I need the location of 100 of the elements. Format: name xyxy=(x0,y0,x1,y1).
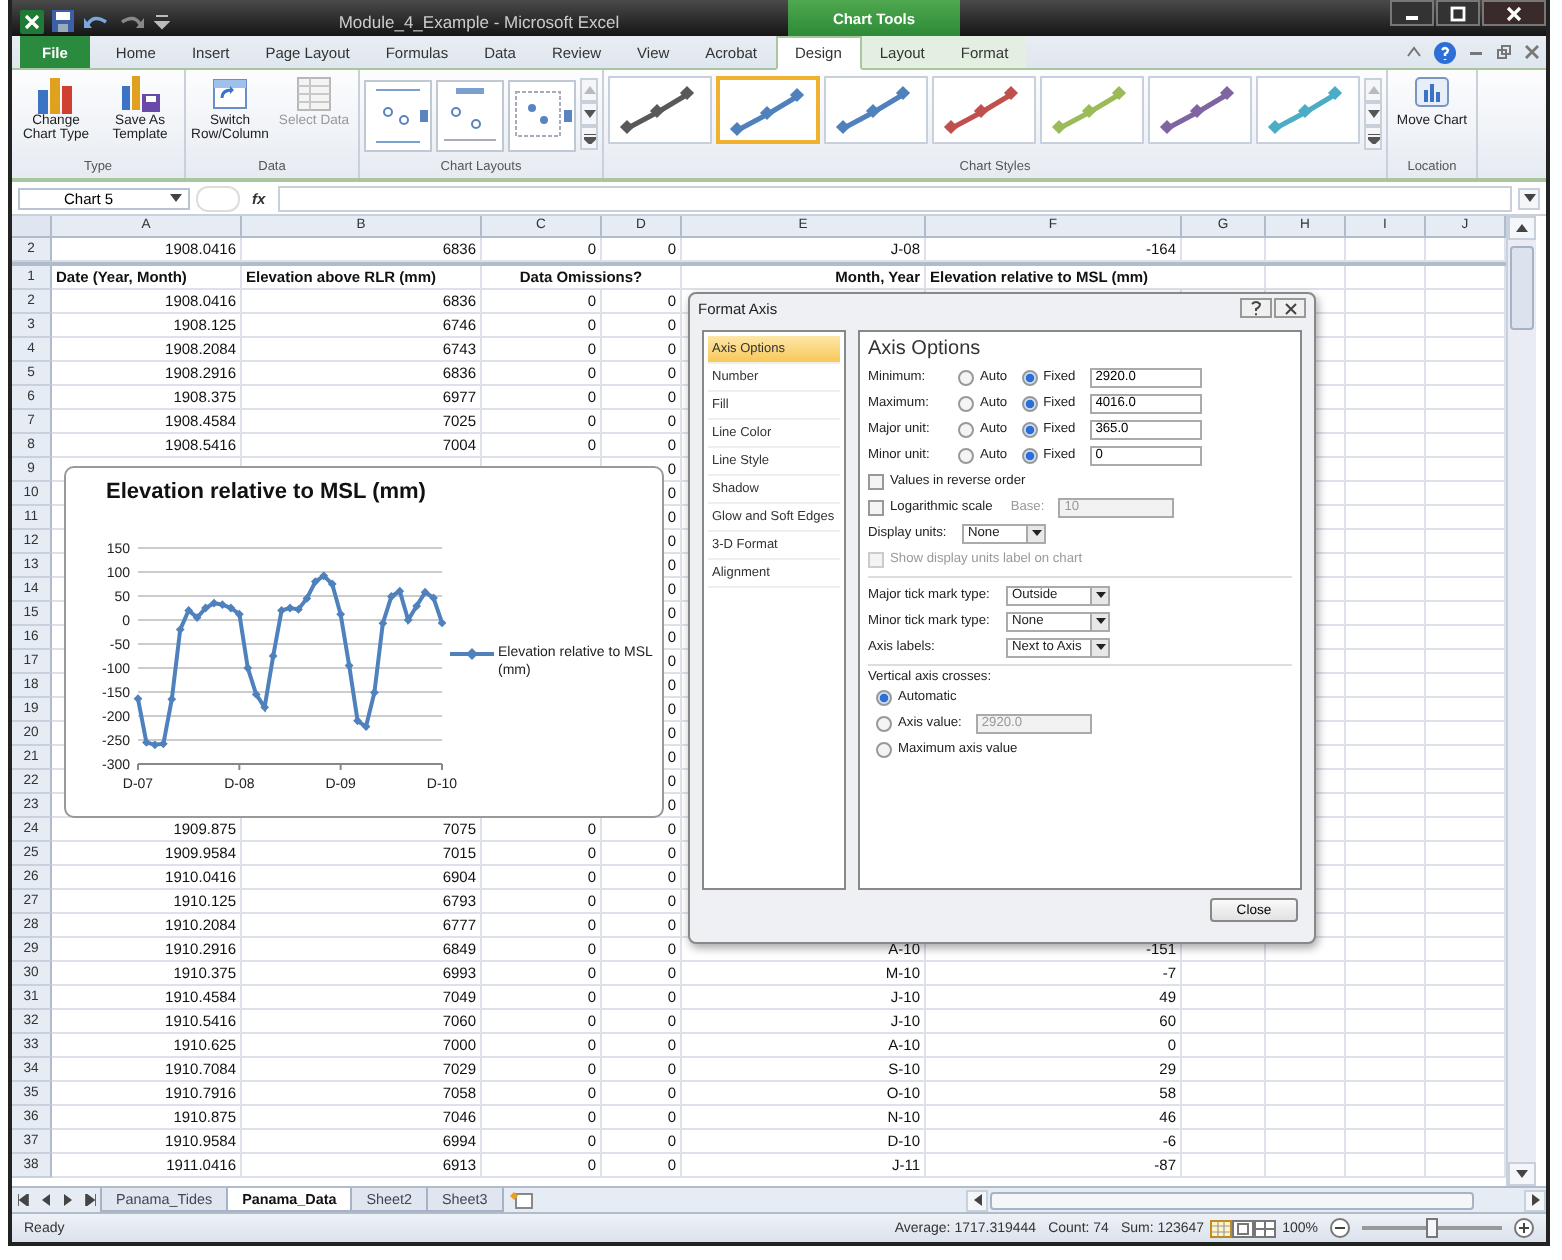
scroll-up-button[interactable] xyxy=(1508,216,1536,240)
caret-down-icon xyxy=(1516,1170,1528,1178)
style-thumbnail[interactable] xyxy=(1256,76,1360,144)
table-switch-icon xyxy=(208,74,252,114)
maximize-button[interactable] xyxy=(1436,0,1480,26)
table-cell xyxy=(1266,1058,1346,1082)
style-thumbnail[interactable] xyxy=(932,76,1036,144)
undo-icon[interactable] xyxy=(82,11,110,31)
layout-thumbnail[interactable] xyxy=(364,80,432,152)
data-point xyxy=(412,601,422,611)
page-break-view-icon[interactable] xyxy=(1254,1219,1277,1237)
table-cell xyxy=(1266,1154,1346,1178)
section-heading: Axis Options xyxy=(868,338,983,360)
table-cell xyxy=(1346,1082,1426,1106)
normal-view-icon[interactable] xyxy=(1210,1219,1233,1237)
restore-workbook-icon[interactable] xyxy=(1496,44,1512,60)
style-thumbnail[interactable] xyxy=(608,76,712,144)
table-cell xyxy=(1346,338,1426,362)
table-cell xyxy=(1346,818,1426,842)
arrow-icon xyxy=(83,1194,95,1206)
caret-down-icon xyxy=(1523,194,1535,202)
help-icon[interactable] xyxy=(1434,41,1456,63)
table-cell xyxy=(1346,602,1426,626)
save-icon[interactable] xyxy=(52,10,74,32)
table-cell xyxy=(1346,986,1426,1010)
table-cell xyxy=(1346,698,1426,722)
radio-button[interactable] xyxy=(876,741,892,757)
radio-button[interactable] xyxy=(1021,369,1038,385)
radio-button[interactable] xyxy=(958,421,974,437)
bar-chart-icon xyxy=(34,74,78,114)
radio-button[interactable] xyxy=(958,369,974,385)
table-cell xyxy=(1346,866,1426,890)
table-cell xyxy=(1346,722,1426,746)
radio-button[interactable] xyxy=(1021,447,1038,463)
scroll-down-button[interactable] xyxy=(1508,1162,1536,1186)
zoom-slider-thumb[interactable] xyxy=(1426,1218,1438,1238)
insert-sheet-icon[interactable] xyxy=(509,1191,538,1209)
excel-logo-icon xyxy=(20,9,44,33)
table-cell xyxy=(1266,1082,1346,1106)
caret-up-icon xyxy=(1516,224,1528,232)
style-thumbnail[interactable] xyxy=(716,76,820,144)
table-cell xyxy=(1346,458,1426,482)
scroll-right-button[interactable] xyxy=(1524,1189,1546,1211)
table-cell xyxy=(1346,1106,1426,1130)
more-button[interactable] xyxy=(1364,126,1382,150)
style-thumbnail[interactable] xyxy=(1148,76,1252,144)
scroll-down-button[interactable] xyxy=(580,102,598,126)
layout-thumbnail[interactable] xyxy=(436,80,504,152)
formula-field[interactable] xyxy=(277,185,1512,211)
scrollbar-thumb[interactable] xyxy=(1510,246,1534,330)
help-icon xyxy=(1250,300,1262,316)
table-cell xyxy=(1346,746,1426,770)
checkbox[interactable] xyxy=(868,473,884,489)
cancel-enter-control xyxy=(196,185,240,211)
layout-thumbnail[interactable] xyxy=(508,80,576,152)
table-cell xyxy=(1346,1130,1426,1154)
redo-icon[interactable] xyxy=(118,11,146,31)
close-icon xyxy=(1506,5,1522,21)
table-cell xyxy=(1346,410,1426,434)
close-button[interactable] xyxy=(1274,298,1306,318)
data-point xyxy=(243,663,253,673)
data-point xyxy=(251,690,261,699)
table-cell xyxy=(1182,1058,1266,1082)
data-point xyxy=(268,651,278,661)
data-point xyxy=(378,618,388,628)
minimize-ribbon-icon[interactable] xyxy=(1406,44,1422,60)
customize-toolbar-icon[interactable] xyxy=(154,11,170,31)
help-button[interactable] xyxy=(1240,298,1272,318)
table-cell xyxy=(1346,554,1426,578)
minimize-button[interactable] xyxy=(1390,0,1434,26)
page-layout-view-icon[interactable] xyxy=(1232,1219,1255,1237)
scroll-left-button[interactable] xyxy=(966,1189,988,1211)
table-cell xyxy=(1346,482,1426,506)
close-icon xyxy=(1283,301,1297,315)
data-point xyxy=(133,694,143,704)
expand-formula-button[interactable] xyxy=(1518,187,1540,209)
scroll-down-button[interactable] xyxy=(1364,102,1382,126)
radio-button[interactable] xyxy=(1021,421,1038,437)
zoom-out-icon[interactable] xyxy=(1330,1218,1350,1238)
zoom-in-icon[interactable] xyxy=(1514,1218,1534,1238)
table-cell xyxy=(1182,1034,1266,1058)
table-cell xyxy=(1182,1154,1266,1178)
table-cell xyxy=(1346,266,1426,290)
close-button[interactable] xyxy=(1482,0,1546,26)
sheet-nav-button[interactable] xyxy=(12,1190,34,1210)
radio-button[interactable] xyxy=(958,395,974,411)
table-cell xyxy=(1266,1034,1346,1058)
maximize-icon xyxy=(1450,5,1466,21)
radio-button[interactable] xyxy=(876,689,892,705)
style-thumbnail[interactable] xyxy=(1040,76,1144,144)
checkbox[interactable] xyxy=(868,499,884,515)
table-cell xyxy=(1266,1130,1346,1154)
close-workbook-icon[interactable] xyxy=(1524,44,1540,60)
table-cell xyxy=(1346,1034,1426,1058)
scrollbar-thumb[interactable] xyxy=(990,1191,1474,1209)
style-thumbnail[interactable] xyxy=(824,76,928,144)
table-cell xyxy=(1266,266,1346,290)
radio-button[interactable] xyxy=(958,447,974,463)
radio-button[interactable] xyxy=(1021,395,1038,411)
more-button[interactable] xyxy=(580,126,598,150)
